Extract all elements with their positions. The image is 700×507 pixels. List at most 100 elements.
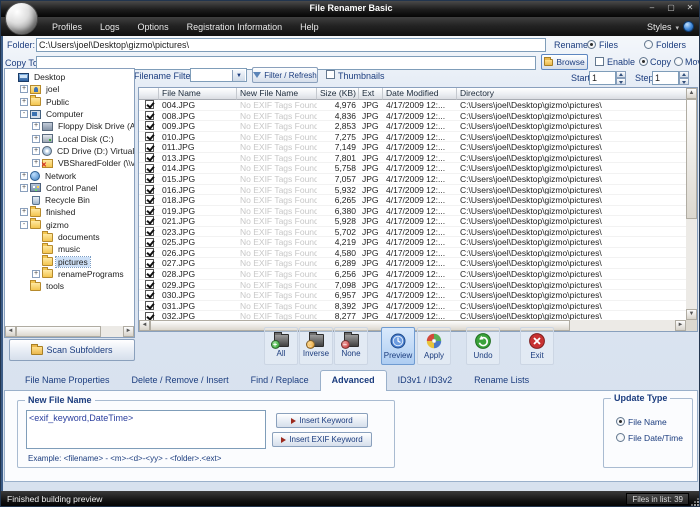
tree-expander-icon[interactable]: -	[20, 110, 28, 118]
table-row[interactable]: 027.JPGNo EXIF Tags Found6,289JPG4/17/20…	[139, 258, 686, 269]
tree-item-pictures[interactable]: pictures	[5, 255, 134, 267]
spin-down-icon[interactable]	[616, 78, 626, 85]
spin-up-icon[interactable]	[616, 71, 626, 78]
tab-file-name-properties[interactable]: File Name Properties	[14, 371, 121, 390]
tab-rename-lists[interactable]: Rename Lists	[463, 371, 540, 390]
tree-item-gizmo[interactable]: -gizmo	[5, 219, 134, 231]
scroll-left-icon[interactable]	[139, 320, 150, 331]
tree-item-tools[interactable]: tools	[5, 280, 134, 292]
tree-item-desktop[interactable]: Desktop	[5, 71, 134, 83]
menu-logs[interactable]: Logs	[91, 20, 129, 34]
step-spinner[interactable]	[679, 71, 689, 85]
row-checkbox[interactable]	[145, 121, 154, 130]
scrollbar-thumb[interactable]	[16, 326, 101, 337]
thumbnails-label[interactable]: Thumbnails	[338, 71, 385, 81]
table-row[interactable]: 018.JPGNo EXIF Tags Found6,265JPG4/17/20…	[139, 195, 686, 206]
tree-item-public[interactable]: +Public	[5, 96, 134, 108]
move-radio[interactable]	[674, 57, 683, 66]
row-checkbox[interactable]	[145, 153, 154, 162]
new-file-name-pattern-input[interactable]: <exif_keyword,DateTime>	[26, 410, 266, 449]
update-file-datetime-label[interactable]: File Date/Time	[628, 433, 683, 443]
table-row[interactable]: 009.JPGNo EXIF Tags Found2,853JPG4/17/20…	[139, 121, 686, 132]
menu-options[interactable]: Options	[129, 20, 178, 34]
table-row[interactable]: 021.JPGNo EXIF Tags Found5,928JPG4/17/20…	[139, 216, 686, 227]
row-checkbox[interactable]	[145, 111, 154, 120]
table-row[interactable]: 008.JPGNo EXIF Tags Found4,836JPG4/17/20…	[139, 111, 686, 122]
row-checkbox[interactable]	[145, 143, 154, 152]
row-checkbox[interactable]	[145, 248, 154, 257]
tab-advanced[interactable]: Advanced	[320, 370, 387, 391]
folder-input[interactable]	[36, 38, 546, 52]
tab-id3v1-id3v2[interactable]: ID3v1 / ID3v2	[387, 371, 464, 390]
tree-expander-icon[interactable]: +	[20, 85, 28, 93]
tree-expander-icon[interactable]: +	[32, 122, 40, 130]
scrollbar-track[interactable]	[101, 326, 123, 337]
row-checkbox[interactable]	[145, 290, 154, 299]
tree-horizontal-scrollbar[interactable]	[5, 326, 134, 337]
table-row[interactable]: 014.JPGNo EXIF Tags Found5,758JPG4/17/20…	[139, 163, 686, 174]
tree-item-floppy-disk-drive-a[interactable]: +Floppy Disk Drive (A:)	[5, 120, 134, 132]
row-checkbox[interactable]	[145, 164, 154, 173]
header-new-file-name[interactable]: New File Name	[237, 88, 317, 100]
menu-profiles[interactable]: Profiles	[43, 20, 91, 34]
scroll-left-icon[interactable]	[5, 326, 16, 337]
styles-dropdown[interactable]: Styles	[647, 17, 694, 36]
table-vertical-scrollbar[interactable]	[686, 88, 697, 320]
maximize-button-icon[interactable]	[666, 2, 676, 13]
tree-expander-icon[interactable]: +	[20, 172, 28, 180]
table-row[interactable]: 030.JPGNo EXIF Tags Found6,957JPG4/17/20…	[139, 290, 686, 301]
row-checkbox[interactable]	[145, 280, 154, 289]
start-spinner[interactable]	[616, 71, 626, 85]
table-row[interactable]: 004.JPGNo EXIF Tags Found4,976JPG4/17/20…	[139, 100, 686, 111]
table-row[interactable]: 010.JPGNo EXIF Tags Found7,275JPG4/17/20…	[139, 132, 686, 143]
tree-expander-icon[interactable]: +	[20, 184, 28, 192]
table-row[interactable]: 016.JPGNo EXIF Tags Found5,932JPG4/17/20…	[139, 185, 686, 196]
tree-item-documents[interactable]: documents	[5, 231, 134, 243]
filename-filter-dropdown[interactable]	[190, 68, 247, 82]
header-ext[interactable]: Ext	[359, 88, 383, 100]
scroll-down-icon[interactable]	[686, 309, 697, 320]
header-checkbox-column[interactable]	[139, 88, 159, 100]
row-checkbox[interactable]	[145, 206, 154, 215]
rename-files-label[interactable]: Files	[599, 40, 618, 50]
table-row[interactable]: 031.JPGNo EXIF Tags Found8,392JPG4/17/20…	[139, 301, 686, 312]
exit-button[interactable]: Exit	[520, 327, 554, 365]
row-checkbox[interactable]	[145, 227, 154, 236]
row-checkbox[interactable]	[145, 269, 154, 278]
help-globe-icon[interactable]	[683, 21, 694, 32]
rename-files-radio[interactable]	[587, 40, 596, 49]
start-input[interactable]	[589, 71, 616, 85]
thumbnails-checkbox[interactable]	[326, 70, 335, 79]
select-none-button[interactable]: None	[334, 327, 368, 365]
insert-exif-keyword-button[interactable]: Insert EXIF Keyword	[272, 432, 372, 447]
scroll-right-icon[interactable]	[123, 326, 134, 337]
select-inverse-button[interactable]: Inverse	[299, 327, 333, 365]
tree-expander-icon[interactable]: +	[20, 208, 28, 216]
table-row[interactable]: 029.JPGNo EXIF Tags Found7,098JPG4/17/20…	[139, 280, 686, 291]
filter-refresh-button[interactable]: Filter / Refresh	[252, 67, 318, 83]
update-file-name-label[interactable]: File Name	[628, 417, 667, 427]
minimize-button-icon[interactable]	[647, 2, 657, 13]
header-directory[interactable]: Directory	[457, 88, 686, 100]
table-row[interactable]: 032.JPGNo EXIF Tags Found8,277JPG4/17/20…	[139, 311, 686, 320]
copy-radio[interactable]	[639, 57, 648, 66]
tree-item-recycle-bin[interactable]: Recycle Bin	[5, 194, 134, 206]
tree-item-local-disk-c[interactable]: +Local Disk (C:)	[5, 132, 134, 144]
tree-expander-icon[interactable]: +	[32, 159, 40, 167]
row-checkbox[interactable]	[145, 312, 154, 320]
row-checkbox[interactable]	[145, 132, 154, 141]
scrollbar-track[interactable]	[570, 320, 675, 331]
tree-item-music[interactable]: music	[5, 243, 134, 255]
tab-delete-remove-insert[interactable]: Delete / Remove / Insert	[121, 371, 240, 390]
tree-expander-icon[interactable]: +	[32, 147, 40, 155]
menu-registration-information[interactable]: Registration Information	[178, 20, 292, 34]
update-file-name-radio[interactable]	[616, 417, 625, 426]
app-logo-icon[interactable]	[5, 2, 38, 35]
scan-subfolders-button[interactable]: Scan Subfolders	[9, 339, 135, 361]
tree-item-vbsharedfolder-vboxsvr-2[interactable]: +VBSharedFolder (\\vboxsvr) (2	[5, 157, 134, 169]
tree-item-cd-drive-d-virtualbox-guest[interactable]: +CD Drive (D:) VirtualBox Guest	[5, 145, 134, 157]
row-checkbox[interactable]	[145, 301, 154, 310]
spin-down-icon[interactable]	[679, 78, 689, 85]
tree-expander-icon[interactable]: +	[20, 98, 28, 106]
resize-grip[interactable]	[690, 497, 699, 506]
